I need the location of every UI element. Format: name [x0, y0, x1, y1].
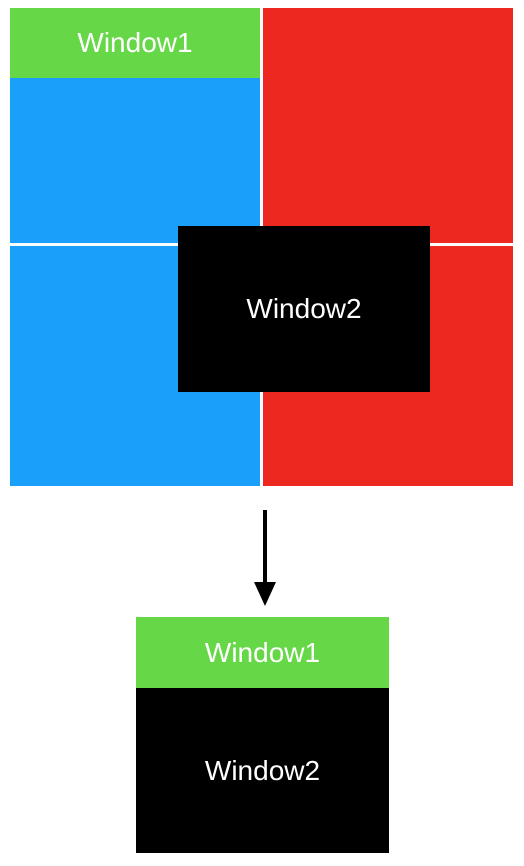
down-arrow-icon: [254, 510, 276, 606]
red-top-right-pane: [263, 8, 513, 243]
window2-label: Window2: [246, 293, 362, 324]
window2-overlay: Window2: [178, 226, 430, 392]
window1-tab: Window1: [136, 617, 389, 688]
window2-label: Window2: [204, 754, 321, 786]
window1-tab: Window1: [10, 8, 260, 78]
window2-pane: Window2: [136, 688, 389, 853]
arrow-head: [254, 582, 276, 606]
top-diagram: Window1 Window2: [10, 8, 513, 486]
window1-label: Window1: [77, 27, 193, 58]
window1-label: Window1: [204, 636, 321, 668]
bottom-diagram: Window1 Window2: [136, 617, 389, 853]
